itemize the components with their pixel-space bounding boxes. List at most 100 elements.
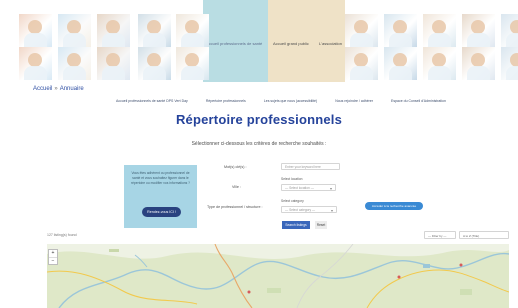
reset-button[interactable]: Reset <box>315 221 327 229</box>
person-icon <box>393 20 407 34</box>
breadcrumb-home[interactable]: Accueil <box>33 86 52 92</box>
location-hint: Select location <box>281 177 303 181</box>
coat-shape <box>63 66 86 80</box>
coat-shape <box>506 66 518 80</box>
coat-shape <box>24 66 47 80</box>
banner-photo <box>97 14 130 47</box>
banner-photo <box>176 14 209 47</box>
filter-select[interactable]: — Filter by — <box>424 231 456 239</box>
zoom-in-button[interactable]: + <box>49 250 57 257</box>
map-marker[interactable] <box>397 275 401 279</box>
breadcrumb-current: Annuaire <box>59 86 84 92</box>
person-icon <box>106 53 120 67</box>
chevron-down-icon: ▾ <box>330 208 333 213</box>
map-marker[interactable] <box>247 290 251 294</box>
banner-photo <box>423 14 456 47</box>
banner-photo <box>384 47 417 80</box>
nav-link-public[interactable]: Accueil grand public <box>273 41 309 46</box>
breadcrumb: Accueil» Annuaire <box>33 86 84 92</box>
main-nav: Accueil professionnels de santé DPS Vert… <box>116 99 446 103</box>
person-icon <box>354 20 368 34</box>
person-icon <box>510 20 518 34</box>
category-hint: Select category <box>281 199 304 203</box>
location-label: Ville : <box>232 185 241 189</box>
banner-photo <box>58 14 91 47</box>
coat-shape <box>143 33 166 47</box>
location-selected-value: — Select location — <box>285 186 314 190</box>
banner-photo <box>19 14 52 47</box>
coat-shape <box>389 66 412 80</box>
nav-link-professionals[interactable]: Accueil professionnels de santé <box>206 41 262 46</box>
coat-shape <box>102 33 125 47</box>
results-count: 127 listing(s) found <box>47 233 77 237</box>
banner-photo <box>19 47 52 80</box>
person-icon <box>106 20 120 34</box>
forest-patch <box>109 249 119 252</box>
banner-photo <box>138 14 171 47</box>
person-icon <box>432 53 446 67</box>
coat-shape <box>181 66 204 80</box>
coat-shape <box>467 66 490 80</box>
person-icon <box>432 20 446 34</box>
coat-shape <box>506 33 518 47</box>
forest-patch <box>267 288 281 293</box>
banner-photo <box>423 47 456 80</box>
banner-photo <box>176 47 209 80</box>
person-icon <box>67 53 81 67</box>
coat-shape <box>428 66 451 80</box>
type-label: Type de professionnel / structure : <box>207 205 263 209</box>
nav-item-join[interactable]: Nous rejoindre / adhérer <box>335 99 373 103</box>
map-zoom-control: + − <box>48 249 58 265</box>
location-select[interactable]: — Select location — ▾ <box>281 184 336 191</box>
person-icon <box>28 53 42 67</box>
category-selected-value: — Select category — <box>285 208 316 212</box>
lake <box>423 264 430 268</box>
banner-photo <box>462 14 495 47</box>
promo-text: Vous êtes adhérent ou professionnel de s… <box>131 171 191 185</box>
coat-shape <box>389 33 412 47</box>
person-icon <box>147 20 161 34</box>
breadcrumb-separator: » <box>54 86 58 92</box>
sort-select[interactable]: A to Z (Title) <box>459 231 509 239</box>
nav-item-directory[interactable]: Répertoire professionnels <box>206 99 246 103</box>
nav-link-association[interactable]: L'association <box>319 41 342 46</box>
coat-shape <box>24 33 47 47</box>
person-icon <box>185 20 199 34</box>
keyword-label: Mot(s) clé(s) : <box>224 165 247 169</box>
map-marker[interactable] <box>459 263 463 267</box>
forest-patch <box>460 289 472 295</box>
page-subtitle: Sélectionner ci-dessous les critères de … <box>191 141 327 147</box>
zoom-out-button[interactable]: − <box>49 257 57 264</box>
page-title: Répertoire professionnels <box>175 112 343 127</box>
person-icon <box>510 53 518 67</box>
banner-photo <box>138 47 171 80</box>
category-select[interactable]: — Select category — ▾ <box>281 206 337 213</box>
map[interactable] <box>47 244 509 308</box>
promo-button[interactable]: Rendez-vous ICI ! <box>142 207 181 217</box>
banner-photo <box>345 47 378 80</box>
person-icon <box>147 53 161 67</box>
coat-shape <box>63 33 86 47</box>
chevron-down-icon: ▾ <box>329 186 332 191</box>
banner-photo <box>384 14 417 47</box>
keyword-input[interactable]: Entrer your keyword here <box>281 163 340 170</box>
coat-shape <box>428 33 451 47</box>
search-button[interactable]: Search listings <box>282 221 310 229</box>
banner-photo <box>345 14 378 47</box>
map-canvas[interactable] <box>47 244 509 308</box>
nav-item-home[interactable]: Accueil professionnels de santé DPS Vert… <box>116 99 188 103</box>
coat-shape <box>350 66 373 80</box>
person-icon <box>393 53 407 67</box>
nav-item-topics[interactable]: Les sujets que nous (accessibilité) <box>264 99 317 103</box>
person-icon <box>185 53 199 67</box>
person-icon <box>67 20 81 34</box>
coat-shape <box>181 33 204 47</box>
banner-photo <box>462 47 495 80</box>
person-icon <box>471 53 485 67</box>
advanced-search-button[interactable]: Accéder à la recherche avancée <box>365 202 423 210</box>
nav-item-board[interactable]: Espace du Conseil d'Administration <box>391 99 446 103</box>
promo-box: Vous êtes adhérent ou professionnel de s… <box>124 165 197 228</box>
banner-photo <box>501 14 518 47</box>
banner-photo <box>501 47 518 80</box>
person-icon <box>28 20 42 34</box>
